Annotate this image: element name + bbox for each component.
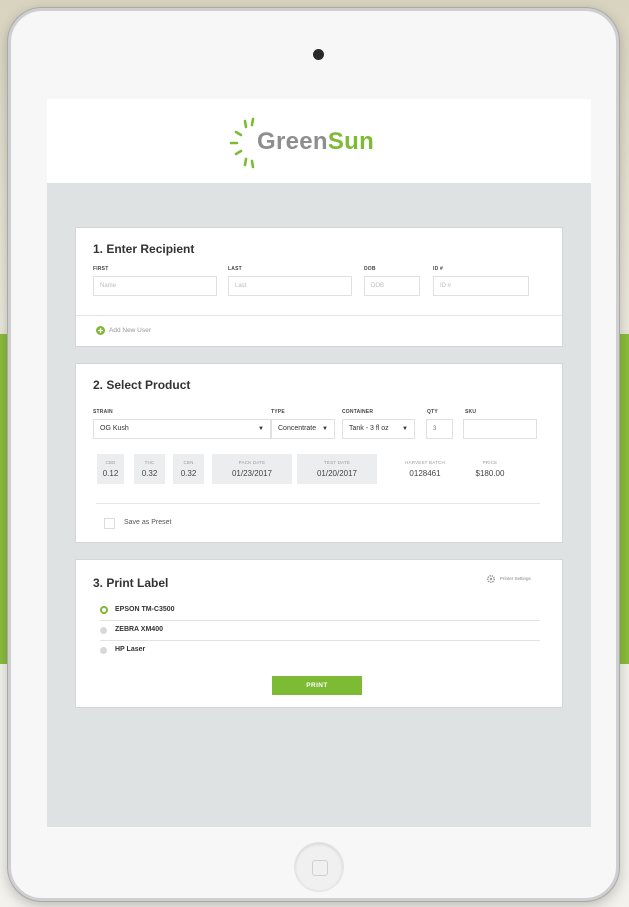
strain-select[interactable]: OG Kush ▼ <box>93 419 271 439</box>
chevron-down-icon: ▼ <box>322 426 328 432</box>
gear-icon <box>487 575 495 583</box>
pack-date-label: PACK DATE <box>238 460 266 465</box>
app-screen: GreenSun 1. Enter Recipient FIRST Name L… <box>47 99 591 827</box>
recipient-divider <box>76 315 562 316</box>
add-user-button[interactable]: Add New User <box>96 325 216 337</box>
first-name-label: FIRST <box>93 266 109 272</box>
tablet-frame: GreenSun 1. Enter Recipient FIRST Name L… <box>8 8 619 901</box>
printer-option-epson[interactable]: EPSON TM-C3500 <box>100 602 540 621</box>
chevron-down-icon: ▼ <box>258 426 264 432</box>
plus-circle-icon <box>96 326 105 335</box>
thc-label: THC <box>144 460 155 465</box>
cbn-label: CBN <box>183 460 194 465</box>
thc-stat: THC 0.32 <box>134 454 165 484</box>
strain-label: STRAIN <box>93 409 113 415</box>
logo-text-sun: Sun <box>327 128 375 155</box>
price-label: PRICE <box>482 460 498 465</box>
thc-value: 0.32 <box>141 469 158 478</box>
logo-text-green: Green <box>257 128 328 155</box>
dob-label: DOB <box>364 266 376 272</box>
recipient-title: 1. Enter Recipient <box>93 242 195 256</box>
product-card: 2. Select Product STRAIN OG Kush ▼ TYPE … <box>75 363 563 543</box>
print-card: 3. Print Label Printer Settings EPSON TM… <box>75 559 563 708</box>
cbd-label: CBD <box>105 460 116 465</box>
type-value: Concentrate <box>278 425 317 432</box>
chevron-down-icon: ▼ <box>402 426 408 432</box>
harvest-batch-stat: HARVEST BATCH 0128461 <box>392 454 458 478</box>
test-date-stat: TEST DATE 01/20/2017 <box>297 454 377 484</box>
save-preset-label: Save as Preset <box>124 519 172 526</box>
save-preset-checkbox[interactable] <box>104 518 115 529</box>
test-date-value: 01/20/2017 <box>316 469 358 478</box>
qty-label: QTY <box>427 409 438 415</box>
printer-name: ZEBRA XM400 <box>115 626 163 633</box>
price-value: $180.00 <box>475 469 505 478</box>
type-select[interactable]: Concentrate ▼ <box>271 419 335 439</box>
home-square-icon <box>312 860 328 876</box>
product-divider <box>96 503 540 504</box>
type-label: TYPE <box>271 409 285 415</box>
pack-date-value: 01/23/2017 <box>231 469 273 478</box>
app-header: GreenSun <box>47 99 591 183</box>
radio-selected-icon <box>100 606 108 614</box>
container-select[interactable]: Tank - 3 fl oz ▼ <box>342 419 415 439</box>
id-label: ID # <box>433 266 443 272</box>
last-name-label: LAST <box>228 266 242 272</box>
cbd-value: 0.12 <box>102 469 119 478</box>
strain-value: OG Kush <box>100 425 129 432</box>
sku-input[interactable] <box>463 419 537 439</box>
printer-option-hp[interactable]: HP Laser <box>100 642 540 660</box>
sun-rays-icon <box>229 117 255 169</box>
container-label: CONTAINER <box>342 409 374 415</box>
product-title: 2. Select Product <box>93 378 191 392</box>
id-input[interactable]: ID # <box>433 276 529 296</box>
cbn-stat: CBN 0.32 <box>173 454 204 484</box>
printer-settings-label: Printer Settings <box>500 576 531 581</box>
printer-name: EPSON TM-C3500 <box>115 606 175 613</box>
printer-name: HP Laser <box>115 646 146 653</box>
recipient-card: 1. Enter Recipient FIRST Name LAST Last … <box>75 227 563 347</box>
last-name-input[interactable]: Last <box>228 276 352 296</box>
sku-label: SKU <box>465 409 477 415</box>
pack-date-stat: PACK DATE 01/23/2017 <box>212 454 292 484</box>
radio-icon <box>100 647 107 654</box>
logo: GreenSun <box>227 113 417 173</box>
container-value: Tank - 3 fl oz <box>349 425 389 432</box>
qty-input[interactable]: 3 <box>426 419 453 439</box>
test-date-label: TEST DATE <box>323 460 351 465</box>
cbd-stat: CBD 0.12 <box>97 454 124 484</box>
add-user-label: Add New User <box>109 327 151 334</box>
printer-option-zebra[interactable]: ZEBRA XM400 <box>100 622 540 641</box>
print-title: 3. Print Label <box>93 576 169 590</box>
logo-wordmark: GreenSun <box>257 128 374 156</box>
harvest-batch-label: HARVEST BATCH <box>405 460 445 465</box>
radio-icon <box>100 627 107 634</box>
price-stat: PRICE $180.00 <box>460 454 520 478</box>
print-button[interactable]: PRINT <box>272 676 362 695</box>
first-name-input[interactable]: Name <box>93 276 217 296</box>
printer-settings-button[interactable]: Printer Settings <box>486 574 552 586</box>
cbn-value: 0.32 <box>180 469 197 478</box>
harvest-batch-value: 0128461 <box>409 469 441 478</box>
camera-icon <box>313 49 324 60</box>
dob-input[interactable]: DOB <box>364 276 420 296</box>
home-button[interactable] <box>295 843 343 891</box>
